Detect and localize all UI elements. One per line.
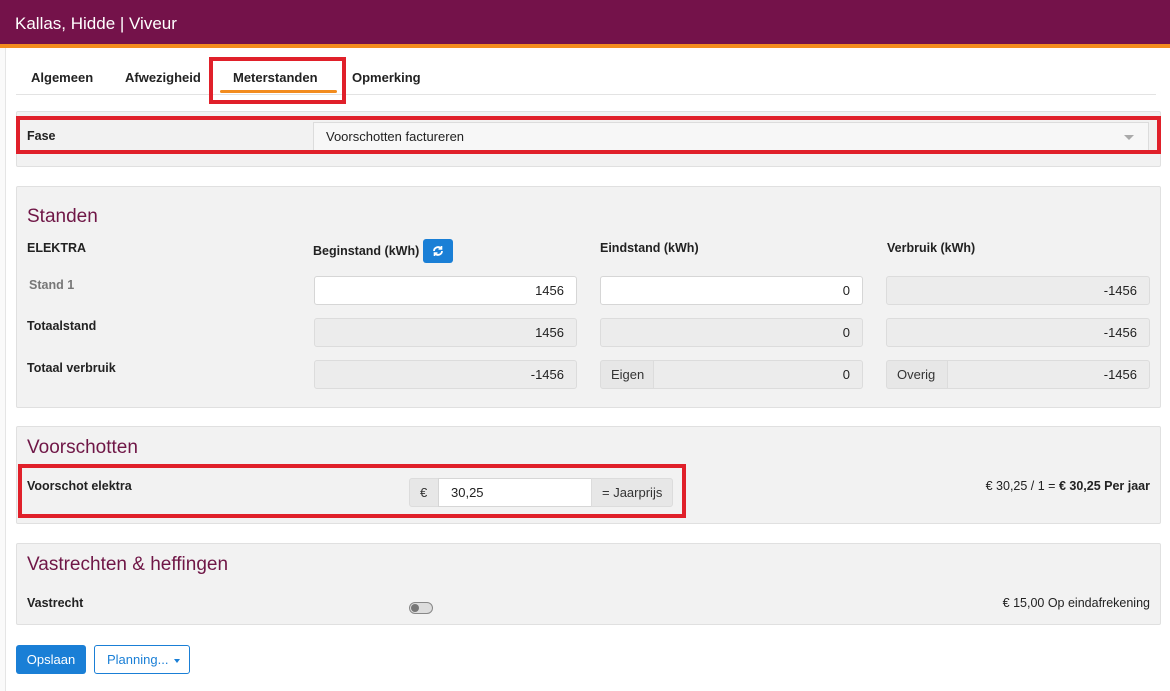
stand-1-begin-input[interactable]: 1456 xyxy=(314,276,577,305)
voorschotten-title: Voorschotten xyxy=(27,437,138,458)
tab-bar: Algemeen Afwezigheid Meterstanden Opmerk… xyxy=(16,58,1156,95)
tab-afwezigheid[interactable]: Afwezigheid xyxy=(125,70,201,85)
stand-1-eind-input[interactable]: 0 xyxy=(600,276,863,305)
stand-1-verbruik-value: -1456 xyxy=(886,276,1150,305)
totaalstand-begin-value: 1456 xyxy=(314,318,577,347)
totaalstand-label: Totaalstand xyxy=(27,319,97,333)
vastrechten-title: Vastrechten & heffingen xyxy=(27,554,229,575)
totaal-verbruik-overig-value: -1456 xyxy=(947,360,1150,389)
eindstand-header: Eindstand (kWh) xyxy=(600,241,699,255)
refresh-icon xyxy=(433,246,443,256)
totaalstand-verbruik-value: -1456 xyxy=(886,318,1150,347)
modal-header: Kallas, Hidde | Viveur xyxy=(0,0,1170,48)
highlight-box-fase xyxy=(16,116,1161,154)
overig-addon: Overig xyxy=(886,360,948,389)
tab-opmerking[interactable]: Opmerking xyxy=(352,70,421,85)
voorschot-summary-result: € 30,25 Per jaar xyxy=(1058,479,1150,493)
eigen-addon: Eigen xyxy=(600,360,654,389)
voorschot-summary-calc: € 30,25 / 1 = xyxy=(985,479,1059,493)
totaal-verbruik-begin-value: -1456 xyxy=(314,360,577,389)
background-page-edge xyxy=(0,48,6,691)
totaalstand-eind-value: 0 xyxy=(600,318,863,347)
toggle-knob xyxy=(411,604,419,612)
verbruik-header: Verbruik (kWh) xyxy=(887,241,976,255)
save-button[interactable]: Opslaan xyxy=(16,645,86,674)
vastrecht-label: Vastrecht xyxy=(27,596,84,610)
beginstand-header: Beginstand (kWh) xyxy=(313,244,420,258)
voorschot-summary: € 30,25 / 1 = € 30,25 Per jaar xyxy=(986,479,1150,493)
stand-1-label: Stand 1 xyxy=(29,278,75,292)
modal-title: Kallas, Hidde | Viveur xyxy=(15,14,177,33)
refresh-button[interactable] xyxy=(423,239,453,263)
highlight-box-tab xyxy=(209,57,346,104)
vastrecht-toggle[interactable] xyxy=(409,602,433,614)
totaal-verbruik-label: Totaal verbruik xyxy=(27,361,116,375)
highlight-box-voorschot xyxy=(18,464,686,518)
caret-down-icon xyxy=(174,658,181,663)
totaal-verbruik-eigen-value: 0 xyxy=(653,360,863,389)
standen-title: Standen xyxy=(27,206,98,227)
tab-algemeen[interactable]: Algemeen xyxy=(31,70,93,85)
planning-button-label: Planning... xyxy=(107,652,169,667)
vastrechten-panel: Vastrechten & heffingen Vastrecht € 15,0… xyxy=(16,543,1161,625)
standen-group-label: ELEKTRA xyxy=(27,241,87,255)
vastrecht-amount: € 15,00 Op eindafrekening xyxy=(1002,596,1150,610)
planning-dropdown-button[interactable]: Planning... xyxy=(94,645,190,674)
standen-panel: Standen ELEKTRA Beginstand (kWh) Eindsta… xyxy=(16,186,1161,408)
